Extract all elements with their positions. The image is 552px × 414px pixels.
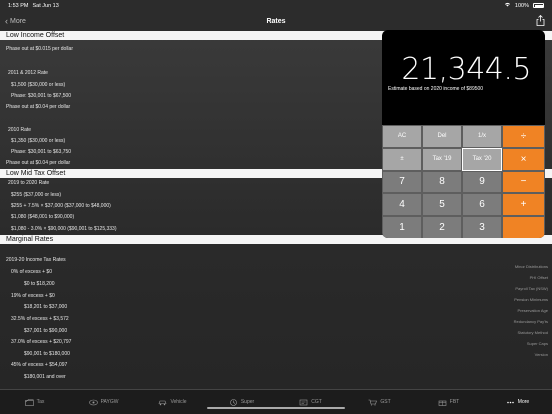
rate-line: $18,201 to $37,000 <box>24 304 68 310</box>
rate-line: $90,001 to $180,000 <box>24 351 70 357</box>
digit-4-key[interactable]: 4 <box>382 193 422 217</box>
minus-key[interactable]: − <box>502 170 545 194</box>
side-menu-item[interactable]: Statutory Method <box>518 330 548 335</box>
side-menu-item[interactable]: Version <box>535 352 548 357</box>
tab-vehicle[interactable]: Vehicle <box>138 390 207 414</box>
side-menu-item[interactable]: Super Caps <box>527 341 548 346</box>
super-icon <box>230 398 237 406</box>
rate-line: Phase out at $0.04 per dollar <box>6 104 71 110</box>
rate-line: $0 to $18,200 <box>24 281 55 287</box>
navigation-bar: ‹ More Rates <box>0 11 552 31</box>
plus-minus-key[interactable]: ± <box>382 147 422 171</box>
side-menu-item[interactable]: PHI Offset <box>530 275 548 280</box>
calculator-display: 21,344.5 <box>401 52 531 87</box>
tab-super[interactable]: Super <box>207 390 276 414</box>
share-icon <box>536 14 545 26</box>
tab-more[interactable]: More <box>483 390 552 414</box>
tab-label: More <box>517 399 530 405</box>
multiply-key[interactable]: × <box>502 147 545 171</box>
battery-icon <box>533 3 544 8</box>
digit-3-key[interactable]: 3 <box>462 216 502 238</box>
side-menu-item[interactable]: Payroll Tax (NSW) <box>515 286 548 291</box>
rate-line: 19% of excess + $0 <box>11 293 55 299</box>
status-date: Sat Jun 13 <box>32 2 59 9</box>
rate-line: 45% of excess + $54,097 <box>11 362 68 368</box>
tab-tax[interactable]: Tax <box>0 390 69 414</box>
fbt-icon <box>438 400 447 406</box>
rate-line: $255 ($37,000 or less) <box>11 192 62 198</box>
rate-line: $1,080 ($48,001 to $90,000) <box>11 214 75 220</box>
tab-label: Tax <box>36 399 45 405</box>
side-menu-item[interactable]: Minor Distributions <box>515 264 548 269</box>
tab-label: Super <box>240 399 255 405</box>
share-button[interactable] <box>536 14 545 26</box>
more-icon <box>506 401 514 403</box>
home-indicator <box>207 407 345 409</box>
rate-line: 2011 & 2012 Rate <box>8 70 48 76</box>
tab-paygw[interactable]: PAYGW <box>69 390 138 414</box>
delete-key[interactable]: Del <box>422 125 462 148</box>
tax-2019-key[interactable]: Tax '19 <box>422 147 462 171</box>
chevron-left-icon: ‹ <box>5 15 8 26</box>
digit-7-key[interactable]: 7 <box>382 170 422 194</box>
digit-8-key[interactable]: 8 <box>422 170 462 194</box>
tab-label: GST <box>380 399 391 405</box>
reciprocal-key[interactable]: 1/x <box>462 125 502 148</box>
battery-percent: 100% <box>514 2 529 9</box>
rate-line: Phase: $30,001 to $63,750 <box>11 149 72 155</box>
back-button[interactable]: ‹ More <box>0 15 26 26</box>
rate-line: 37.0% of excess + $20,797 <box>11 339 72 345</box>
status-time: 1:53 PM <box>8 2 29 9</box>
rate-line: $1,080 - 3.0% × $90,000 ($90,001 to $125… <box>11 226 117 232</box>
rate-line: 2010 Rate <box>8 127 32 133</box>
tab-cgt[interactable]: CGT <box>276 390 345 414</box>
rate-line: 2019-20 Income Tax Rates <box>6 257 66 263</box>
rate-line: 2019 to 2020 Rate <box>8 180 50 186</box>
plus-key[interactable]: + <box>502 193 545 217</box>
rate-line: 32.5% of excess + $3,572 <box>11 316 69 322</box>
vehicle-icon <box>158 400 167 405</box>
status-bar: 1:53 PM Sat Jun 13 100% <box>0 0 552 11</box>
blank-key[interactable] <box>502 216 545 238</box>
rate-line: $1,350 ($30,000 or less) <box>11 138 66 144</box>
back-label: More <box>10 17 26 25</box>
side-menu-item[interactable]: Pension Minimums <box>514 297 548 302</box>
rate-line: 0% of excess + $0 <box>11 269 52 275</box>
clear-key[interactable]: AC <box>382 125 422 148</box>
cart-icon <box>368 399 378 405</box>
rate-line: Phase out at $0.04 per dollar <box>6 160 71 166</box>
tab-label: CGT <box>311 399 322 405</box>
side-menu-item[interactable]: Redundancy Pay'ts <box>514 319 548 324</box>
tab-label: PAYGW <box>100 399 119 405</box>
divide-key[interactable]: ÷ <box>502 125 545 148</box>
tab-bar: Tax PAYGW Vehicle Super CGT GST FBT More <box>0 389 552 414</box>
tab-fbt[interactable]: FBT <box>414 390 483 414</box>
digit-5-key[interactable]: 5 <box>422 193 462 217</box>
digit-9-key[interactable]: 9 <box>462 170 502 194</box>
tab-gst[interactable]: GST <box>345 390 414 414</box>
rate-line: Phase: $30,001 to $67,500 <box>11 93 72 99</box>
paygw-icon <box>88 399 98 405</box>
digit-6-key[interactable]: 6 <box>462 193 502 217</box>
digit-1-key[interactable]: 1 <box>382 216 422 238</box>
rate-line: $1,500 ($30,000 or less) <box>11 82 66 88</box>
rate-line: $255 + 7.5% × $37,000 ($37,000 to $48,00… <box>11 203 111 209</box>
wifi-icon <box>504 2 511 9</box>
calculator-popover: 21,344.5 Estimate based on 2020 income o… <box>382 30 545 238</box>
digit-2-key[interactable]: 2 <box>422 216 462 238</box>
page-title: Rates <box>266 17 286 25</box>
rate-line: $37,001 to $90,000 <box>24 328 68 334</box>
calculator-note: Estimate based on 2020 income of $89500 <box>388 86 484 92</box>
side-menu-item[interactable]: Preservation Age <box>518 308 548 313</box>
tax-2020-key[interactable]: Tax '20 <box>462 147 502 171</box>
rate-line: Phase out at $0.015 per dollar <box>6 46 73 52</box>
rate-line: $180,001 and over <box>24 374 66 380</box>
tax-icon <box>24 398 34 406</box>
tab-label: FBT <box>449 399 460 405</box>
cgt-icon <box>299 399 308 405</box>
tab-label: Vehicle <box>170 399 187 405</box>
